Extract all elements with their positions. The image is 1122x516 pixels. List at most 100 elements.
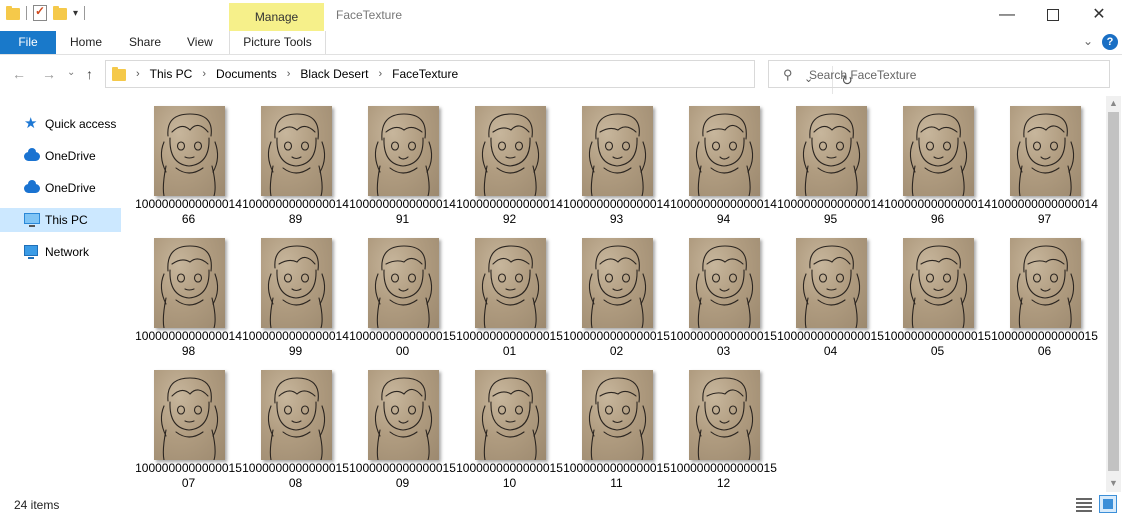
file-item[interactable]: 100000000000001499 (242, 232, 349, 363)
image-thumbnail (796, 238, 867, 328)
file-item[interactable]: 100000000000001507 (135, 364, 242, 495)
recent-locations-chevron-icon[interactable]: ⌄ (67, 67, 75, 78)
sidebar-item-onedrive-2[interactable]: OneDrive (0, 176, 121, 200)
scrollbar-thumb[interactable] (1108, 112, 1119, 471)
file-name: 100000000000001493 (563, 197, 670, 226)
file-name: 100000000000001506 (991, 329, 1098, 358)
file-item[interactable]: 100000000000001505 (884, 232, 991, 363)
file-item[interactable]: 100000000000001498 (135, 232, 242, 363)
image-thumbnail (261, 106, 332, 196)
vertical-scrollbar[interactable]: ▲ ▼ (1106, 96, 1121, 492)
file-item[interactable]: 100000000000001504 (777, 232, 884, 363)
file-name: 100000000000001510 (456, 461, 563, 490)
tab-share[interactable]: Share (129, 31, 161, 54)
chevron-down-icon[interactable]: ⌄ (1083, 34, 1093, 48)
sidebar-item-this-pc[interactable]: This PC (0, 208, 121, 232)
file-item[interactable]: 100000000000001508 (242, 364, 349, 495)
image-thumbnail (368, 238, 439, 328)
image-thumbnail (903, 238, 974, 328)
back-arrow-icon[interactable]: ← (12, 66, 26, 82)
help-icon[interactable]: ? (1102, 34, 1118, 50)
file-list: 100000000000001466 100000000000001489 1000… (135, 100, 1105, 492)
toolbar-divider (84, 6, 86, 20)
file-item[interactable]: 100000000000001497 (991, 100, 1098, 231)
large-icons-view-icon[interactable] (1099, 495, 1117, 513)
window-title: FaceTexture (336, 8, 403, 22)
file-item[interactable]: 100000000000001510 (456, 364, 563, 495)
scroll-down-arrow-icon[interactable]: ▼ (1106, 476, 1121, 491)
search-box[interactable]: ⚲ (768, 60, 1110, 88)
customize-dropdown-icon[interactable]: ▾ (73, 8, 78, 19)
sidebar-item-label: OneDrive (45, 181, 96, 195)
breadcrumb-black-desert[interactable]: Black Desert (300, 67, 368, 81)
chevron-right-icon[interactable]: › (378, 68, 382, 80)
maximize-button[interactable] (1030, 0, 1076, 31)
image-thumbnail (154, 238, 225, 328)
file-item[interactable]: 100000000000001512 (670, 364, 777, 495)
sidebar-item-network[interactable]: Network (0, 240, 121, 264)
star-icon: ★ (24, 115, 38, 132)
breadcrumb-this-pc[interactable]: This PC (150, 67, 193, 81)
image-thumbnail (582, 106, 653, 196)
file-item[interactable]: 100000000000001495 (777, 100, 884, 231)
navigation-bar: ← → ⌄ ↑ › This PC › Documents › Black De… (0, 55, 1122, 95)
forward-arrow-icon[interactable]: → (42, 66, 56, 82)
image-thumbnail (368, 106, 439, 196)
image-thumbnail (582, 370, 653, 460)
file-item[interactable]: 100000000000001500 (349, 232, 456, 363)
close-button[interactable]: ✕ (1076, 0, 1122, 31)
tab-view[interactable]: View (187, 31, 213, 54)
folder-icon[interactable] (6, 5, 20, 21)
properties-check-icon[interactable] (33, 4, 47, 21)
file-name: 100000000000001505 (884, 329, 991, 358)
file-name: 100000000000001501 (456, 329, 563, 358)
breadcrumb-facetexture[interactable]: FaceTexture (392, 67, 458, 81)
file-name: 100000000000001504 (777, 329, 884, 358)
tab-home[interactable]: Home (70, 31, 102, 54)
file-item[interactable]: 100000000000001509 (349, 364, 456, 495)
file-item[interactable]: 100000000000001491 (349, 100, 456, 231)
chevron-right-icon[interactable]: › (136, 68, 140, 80)
file-name: 100000000000001512 (670, 461, 777, 490)
image-thumbnail (475, 370, 546, 460)
file-item[interactable]: 100000000000001502 (563, 232, 670, 363)
details-view-icon[interactable] (1076, 497, 1092, 512)
item-count: 24 items (14, 498, 60, 512)
file-name: 100000000000001499 (242, 329, 349, 358)
sidebar-item-quick-access[interactable]: ★ Quick access (0, 112, 121, 136)
manage-contextual-tab[interactable]: Manage (229, 3, 324, 31)
file-name: 100000000000001492 (456, 197, 563, 226)
breadcrumb-documents[interactable]: Documents (216, 67, 277, 81)
chevron-right-icon[interactable]: › (202, 68, 206, 80)
file-item[interactable]: 100000000000001494 (670, 100, 777, 231)
image-thumbnail (154, 370, 225, 460)
file-item[interactable]: 100000000000001506 (991, 232, 1098, 363)
search-icon: ⚲ (783, 67, 793, 82)
file-item[interactable]: 100000000000001492 (456, 100, 563, 231)
tab-file[interactable]: File (0, 31, 56, 54)
folder-icon (112, 67, 126, 81)
cloud-icon (24, 180, 40, 195)
search-input[interactable] (807, 64, 1101, 86)
file-name: 100000000000001509 (349, 461, 456, 490)
file-item[interactable]: 100000000000001489 (242, 100, 349, 231)
file-item[interactable]: 100000000000001503 (670, 232, 777, 363)
file-item[interactable]: 100000000000001501 (456, 232, 563, 363)
address-bar[interactable]: › This PC › Documents › Black Desert › F… (105, 60, 853, 94)
image-thumbnail (475, 106, 546, 196)
file-item[interactable]: 100000000000001496 (884, 100, 991, 231)
chevron-right-icon[interactable]: › (287, 68, 291, 80)
tab-picture-tools[interactable]: Picture Tools (229, 31, 326, 54)
minimize-button[interactable]: — (984, 0, 1030, 31)
file-item[interactable]: 100000000000001466 (135, 100, 242, 231)
new-folder-icon[interactable] (53, 5, 67, 21)
cloud-icon (24, 148, 40, 163)
file-name: 100000000000001496 (884, 197, 991, 226)
scroll-up-arrow-icon[interactable]: ▲ (1106, 96, 1121, 111)
up-arrow-icon[interactable]: ↑ (86, 66, 93, 82)
file-item[interactable]: 100000000000001493 (563, 100, 670, 231)
image-thumbnail (261, 370, 332, 460)
file-item[interactable]: 100000000000001511 (563, 364, 670, 495)
sidebar-item-onedrive[interactable]: OneDrive (0, 144, 121, 168)
computer-icon (24, 213, 40, 227)
